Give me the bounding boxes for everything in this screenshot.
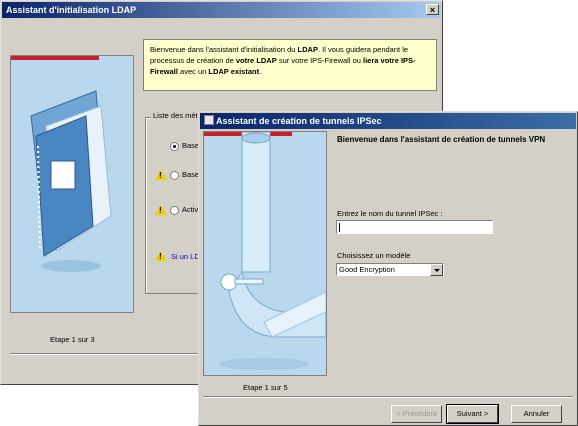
ldap-step-label: Etape 1 sur 3 bbox=[50, 335, 95, 344]
ldap-wizard-titlebar[interactable]: Assistant d'initialisation LDAP × bbox=[2, 2, 441, 18]
ipsec-wizard-illustration bbox=[203, 131, 327, 376]
next-button[interactable]: Suivant > bbox=[446, 404, 499, 424]
tunnel-name-input[interactable] bbox=[336, 220, 493, 234]
model-label: Choisissez un modèle bbox=[337, 251, 411, 260]
ldap-note-link[interactable]: Si un LD bbox=[171, 252, 200, 261]
chevron-down-icon[interactable] bbox=[430, 264, 443, 276]
ipsec-wizard-icon bbox=[204, 115, 214, 125]
tunnel-name-label: Entrez le nom du tunnel IPSec : bbox=[337, 209, 443, 218]
ipsec-wizard-window: Assistant de création de tunnels IPSec B… bbox=[198, 111, 578, 426]
previous-button[interactable]: < Précédent bbox=[391, 405, 442, 423]
auth-option-2-radio[interactable] bbox=[170, 171, 179, 180]
intro-text-1: Bienvenue dans l'assistant d'initialisat… bbox=[150, 45, 298, 54]
ldap-intro-box: Bienvenue dans l'assistant d'initialisat… bbox=[143, 39, 437, 91]
cancel-button[interactable]: Annuler bbox=[511, 405, 562, 423]
intro-bold-1: LDAP bbox=[297, 45, 318, 54]
ldap-close-button[interactable]: × bbox=[426, 4, 439, 15]
text-cursor bbox=[339, 223, 340, 232]
auth-option-3-label: Activ bbox=[182, 205, 199, 214]
auth-option-1-label: Base bbox=[182, 141, 200, 150]
warning-icon: ! bbox=[155, 251, 167, 261]
intro-text-3: sur votre IPS-Firewall ou bbox=[276, 56, 364, 65]
auth-option-1-radio[interactable] bbox=[170, 142, 179, 151]
book-illustration bbox=[30, 90, 112, 272]
ipsec-step-label: Etape 1 sur 5 bbox=[243, 383, 288, 392]
intro-text-4: avec un bbox=[177, 67, 209, 76]
auth-option-3-radio[interactable] bbox=[170, 206, 179, 215]
ldap-wizard-title: Assistant d'initialisation LDAP bbox=[6, 5, 137, 15]
ldap-wizard-illustration bbox=[10, 55, 134, 313]
auth-option-2-label: Base bbox=[182, 170, 200, 179]
warning-icon: ! bbox=[155, 205, 167, 215]
intro-text-5: . bbox=[259, 67, 262, 76]
intro-bold-4: LDAP existant bbox=[208, 67, 260, 76]
ipsec-wizard-title: Assistant de création de tunnels IPSec bbox=[216, 116, 382, 126]
intro-bold-2: votre LDAP bbox=[235, 56, 277, 65]
model-select[interactable]: Good Encryption bbox=[336, 263, 444, 276]
ipsec-wizard-titlebar[interactable]: Assistant de création de tunnels IPSec bbox=[200, 113, 576, 129]
warning-icon: ! bbox=[155, 170, 167, 180]
ipsec-heading: Bienvenue dans l'assistant de création d… bbox=[337, 135, 546, 144]
ipsec-footer-separator bbox=[203, 396, 573, 398]
model-select-value: Good Encryption bbox=[339, 265, 395, 274]
tunnel-pipe-illustration bbox=[219, 132, 326, 370]
